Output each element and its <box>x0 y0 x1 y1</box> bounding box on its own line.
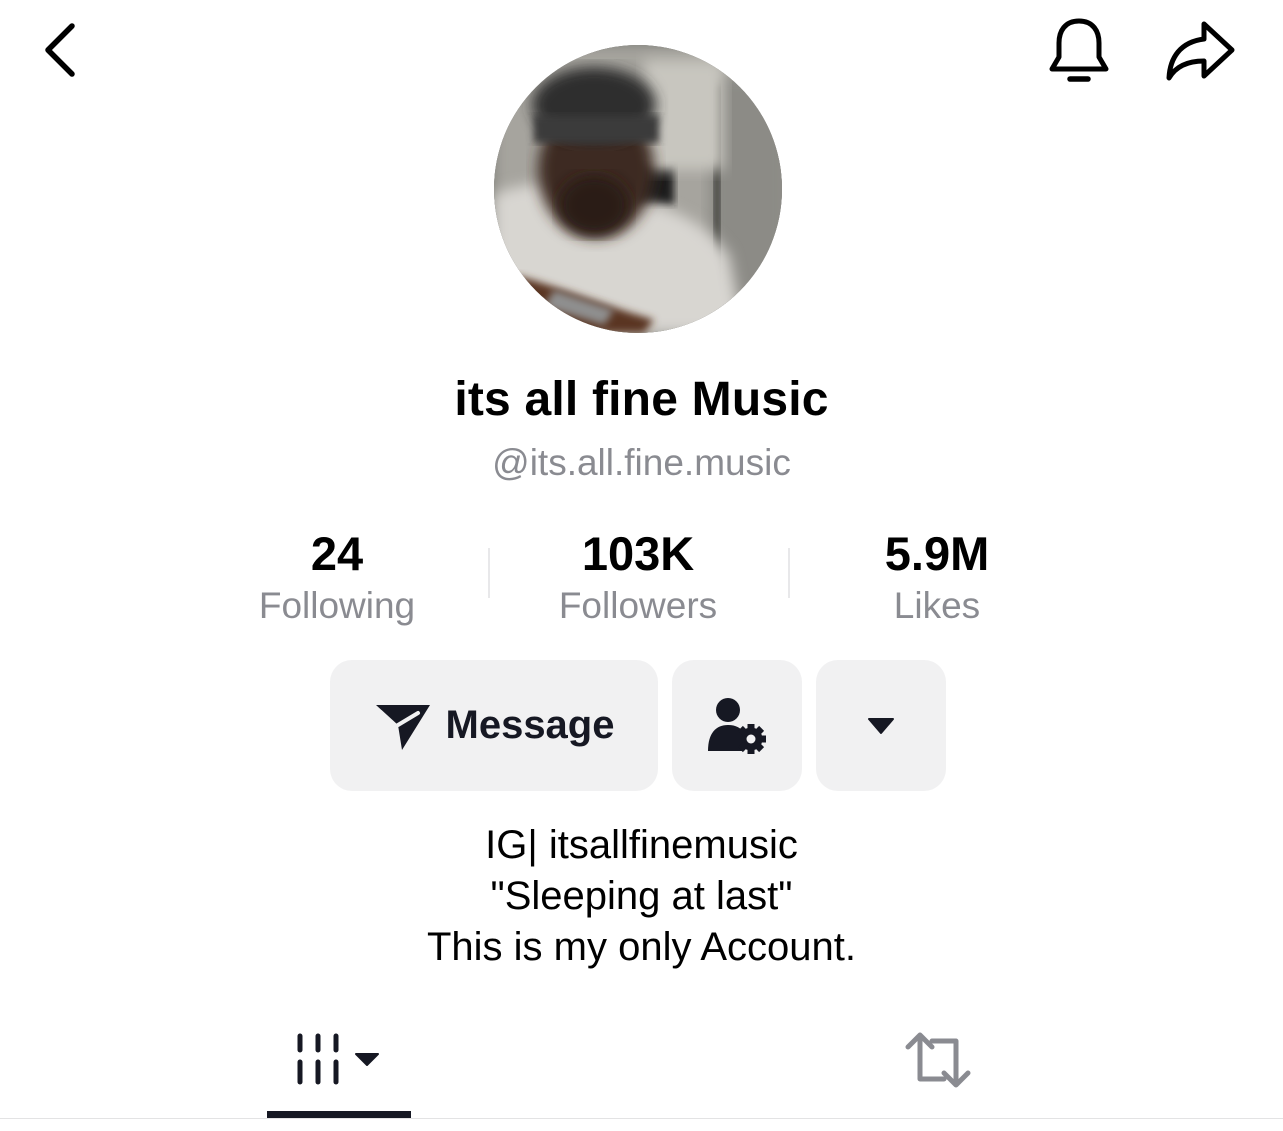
message-button[interactable]: Message <box>330 660 658 791</box>
profile-handle: @its.all.fine.music <box>492 442 791 483</box>
caret-down-icon <box>868 717 894 734</box>
back-button[interactable] <box>28 18 92 82</box>
more-options-button[interactable] <box>816 660 946 791</box>
followers-count: 103K <box>581 527 695 580</box>
likes-label: Likes <box>893 585 981 626</box>
tab-reposts[interactable] <box>866 1020 1010 1100</box>
share-arrow-icon <box>1166 21 1235 81</box>
active-tab-indicator <box>267 1111 411 1118</box>
profile-display-name: its all fine Music <box>454 373 829 426</box>
bell-icon <box>1049 18 1109 82</box>
share-button[interactable] <box>1160 18 1240 84</box>
message-button-label: Message <box>445 703 615 747</box>
person-settings-icon <box>708 697 766 754</box>
bio-line: "Sleeping at last" <box>490 874 793 918</box>
stat-divider <box>488 548 490 598</box>
bio-line: This is my only Account. <box>426 925 857 969</box>
send-plane-icon <box>375 704 430 750</box>
likes-stat[interactable]: 5.9M Likes <box>807 526 1067 628</box>
tab-videos[interactable] <box>267 1020 411 1100</box>
following-count: 24 <box>310 527 364 580</box>
repost-icon <box>905 1032 971 1088</box>
stat-divider <box>788 548 790 598</box>
avatar-photo <box>494 45 782 333</box>
following-stat[interactable]: 24 Following <box>207 526 467 628</box>
tabs-divider <box>0 1118 1283 1119</box>
bio-line: IG| itsallfinemusic <box>485 823 798 867</box>
grid-bars-icon <box>297 1033 379 1085</box>
notification-bell-button[interactable] <box>1044 16 1114 88</box>
chevron-left-icon <box>45 23 75 77</box>
profile-bio: IG| itsallfinemusic "Sleeping at last" T… <box>0 820 1283 973</box>
followers-label: Followers <box>558 585 718 626</box>
following-label: Following <box>258 585 416 626</box>
profile-avatar[interactable] <box>494 45 782 333</box>
friend-settings-button[interactable] <box>672 660 802 791</box>
followers-stat[interactable]: 103K Followers <box>508 526 768 628</box>
likes-count: 5.9M <box>884 527 990 580</box>
